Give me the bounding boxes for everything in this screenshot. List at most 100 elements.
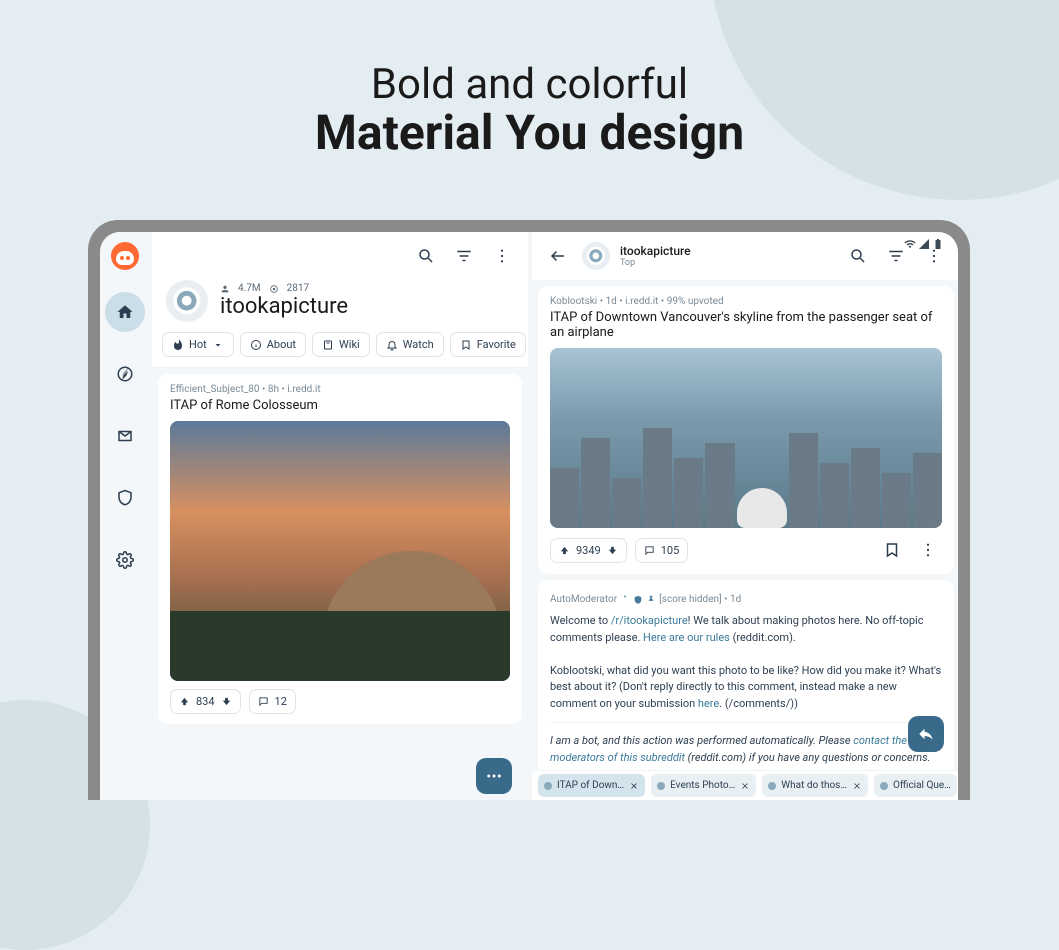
- divider: [550, 722, 942, 723]
- detail-avatar[interactable]: [582, 242, 610, 270]
- tab-item[interactable]: Events Photo…: [651, 774, 756, 797]
- wifi-icon: [904, 238, 916, 250]
- post-image[interactable]: [170, 421, 510, 681]
- tab-favicon-icon: [768, 782, 776, 790]
- tab-favicon-icon: [657, 782, 665, 790]
- detail-comments-pill[interactable]: 105: [635, 538, 689, 563]
- bottom-tabs: ITAP of Down… Events Photo… What do thos…: [532, 770, 958, 800]
- post-more-button[interactable]: [914, 536, 942, 564]
- detail-vote-pill[interactable]: 9349: [550, 538, 627, 563]
- cake-icon: [620, 595, 630, 605]
- watch-button[interactable]: Watch: [376, 332, 444, 357]
- subreddit-header: 4.7M 2817 itookapicture: [152, 280, 528, 332]
- comment-icon: [644, 545, 655, 556]
- hero-line2: Material You design: [0, 104, 1059, 161]
- shield-icon: [116, 489, 134, 507]
- link-rules[interactable]: Here are our rules: [643, 631, 730, 644]
- tab-item[interactable]: ITAP of Down…: [538, 774, 645, 797]
- detail-post-meta: Koblootski • 1d • i.redd.it • 99% upvote…: [550, 296, 942, 307]
- info-icon: [250, 339, 262, 351]
- home-icon: [116, 303, 134, 321]
- camera-mascot-icon: [586, 246, 606, 266]
- post-feed[interactable]: Efficient_Subject_80 • 8h • i.redd.it IT…: [152, 368, 528, 800]
- compass-icon: [116, 365, 134, 383]
- sort-hot-button[interactable]: Hot: [162, 332, 234, 357]
- detail-post-image[interactable]: [550, 348, 942, 528]
- detail-search-button[interactable]: [844, 242, 872, 270]
- link-subreddit[interactable]: /r/itookapicture: [611, 614, 688, 627]
- nav-explore[interactable]: [105, 354, 145, 394]
- battery-icon: [932, 238, 944, 250]
- fab-more[interactable]: [476, 758, 512, 794]
- bookmark-icon: [460, 339, 472, 351]
- post-detail-panel: itookapicture Top Koblootski • 1d • i.re…: [532, 232, 958, 800]
- close-icon[interactable]: [852, 781, 862, 791]
- post-meta: Efficient_Subject_80 • 8h • i.redd.it: [170, 384, 510, 395]
- downvote-icon: [607, 545, 618, 556]
- subreddit-avatar[interactable]: [166, 280, 208, 322]
- more-vert-icon: [493, 247, 511, 265]
- tab-item[interactable]: What do thos…: [762, 774, 868, 797]
- upvote-icon: [559, 545, 570, 556]
- fab-reply[interactable]: [908, 716, 944, 752]
- comments-pill[interactable]: 12: [249, 689, 296, 714]
- tab-favicon-icon: [544, 782, 552, 790]
- favorite-button[interactable]: Favorite: [450, 332, 526, 357]
- gear-icon: [116, 551, 134, 569]
- nav-mod[interactable]: [105, 478, 145, 518]
- post-card[interactable]: Efficient_Subject_80 • 8h • i.redd.it IT…: [158, 374, 522, 724]
- link-here[interactable]: here: [698, 697, 719, 710]
- more-button[interactable]: [488, 242, 516, 270]
- mod-shield-icon: [633, 595, 643, 605]
- detail-actions: 9349 105: [550, 528, 942, 564]
- detail-sort-label: Top: [620, 258, 691, 268]
- reply-icon: [917, 725, 935, 743]
- tab-item[interactable]: Official Que…: [874, 774, 957, 797]
- downvote-icon: [221, 696, 232, 707]
- detail-post-title: ITAP of Downtown Vancouver's skyline fro…: [550, 310, 942, 340]
- arrow-back-icon: [549, 247, 567, 265]
- person-icon: [220, 284, 230, 294]
- search-button[interactable]: [412, 242, 440, 270]
- subreddit-stats: 4.7M 2817: [220, 283, 348, 294]
- nav-settings[interactable]: [105, 540, 145, 580]
- comment-meta: AutoModerator [score hidden] • 1d: [550, 592, 942, 607]
- back-button[interactable]: [544, 242, 572, 270]
- comment-body-2: Koblootski, what did you want this photo…: [550, 663, 942, 713]
- close-icon[interactable]: [629, 781, 639, 791]
- mail-icon: [116, 427, 134, 445]
- bell-icon: [386, 339, 398, 351]
- bookmark-icon: [883, 541, 901, 559]
- comment-icon: [258, 696, 269, 707]
- left-topbar: [152, 232, 528, 280]
- upvote-icon: [179, 696, 190, 707]
- wiki-button[interactable]: Wiki: [312, 332, 370, 357]
- nav-home[interactable]: [105, 292, 145, 332]
- hero-banner: Bold and colorful Material You design: [0, 0, 1059, 161]
- subreddit-panel: 4.7M 2817 itookapicture Hot About Wiki: [152, 232, 528, 800]
- screen: 4.7M 2817 itookapicture Hot About Wiki: [100, 232, 958, 800]
- save-button[interactable]: [878, 536, 906, 564]
- vote-pill[interactable]: 834: [170, 689, 241, 714]
- subreddit-toolbar: Hot About Wiki Watch Favorite: [152, 332, 528, 368]
- sort-icon: [887, 247, 905, 265]
- subreddit-name: itookapicture: [220, 294, 348, 319]
- pin-icon: [646, 595, 656, 605]
- hero-line1: Bold and colorful: [0, 60, 1059, 109]
- app-logo-icon[interactable]: [111, 242, 139, 270]
- search-icon: [417, 247, 435, 265]
- post-actions: 834 12: [170, 681, 510, 714]
- nav-sidebar: [100, 232, 150, 800]
- comment-footer: I am a bot, and this action was performe…: [550, 733, 942, 766]
- comment-card[interactable]: AutoModerator [score hidden] • 1d Welcom…: [538, 580, 954, 778]
- close-icon[interactable]: [740, 781, 750, 791]
- detail-scroll[interactable]: Koblootski • 1d • i.redd.it • 99% upvote…: [532, 280, 958, 800]
- nav-mail[interactable]: [105, 416, 145, 456]
- sort-icon: [455, 247, 473, 265]
- status-bar: [904, 238, 944, 250]
- fire-icon: [172, 339, 184, 351]
- sort-button[interactable]: [450, 242, 478, 270]
- detail-sub-name: itookapicture: [620, 244, 691, 258]
- about-button[interactable]: About: [240, 332, 306, 357]
- book-icon: [322, 339, 334, 351]
